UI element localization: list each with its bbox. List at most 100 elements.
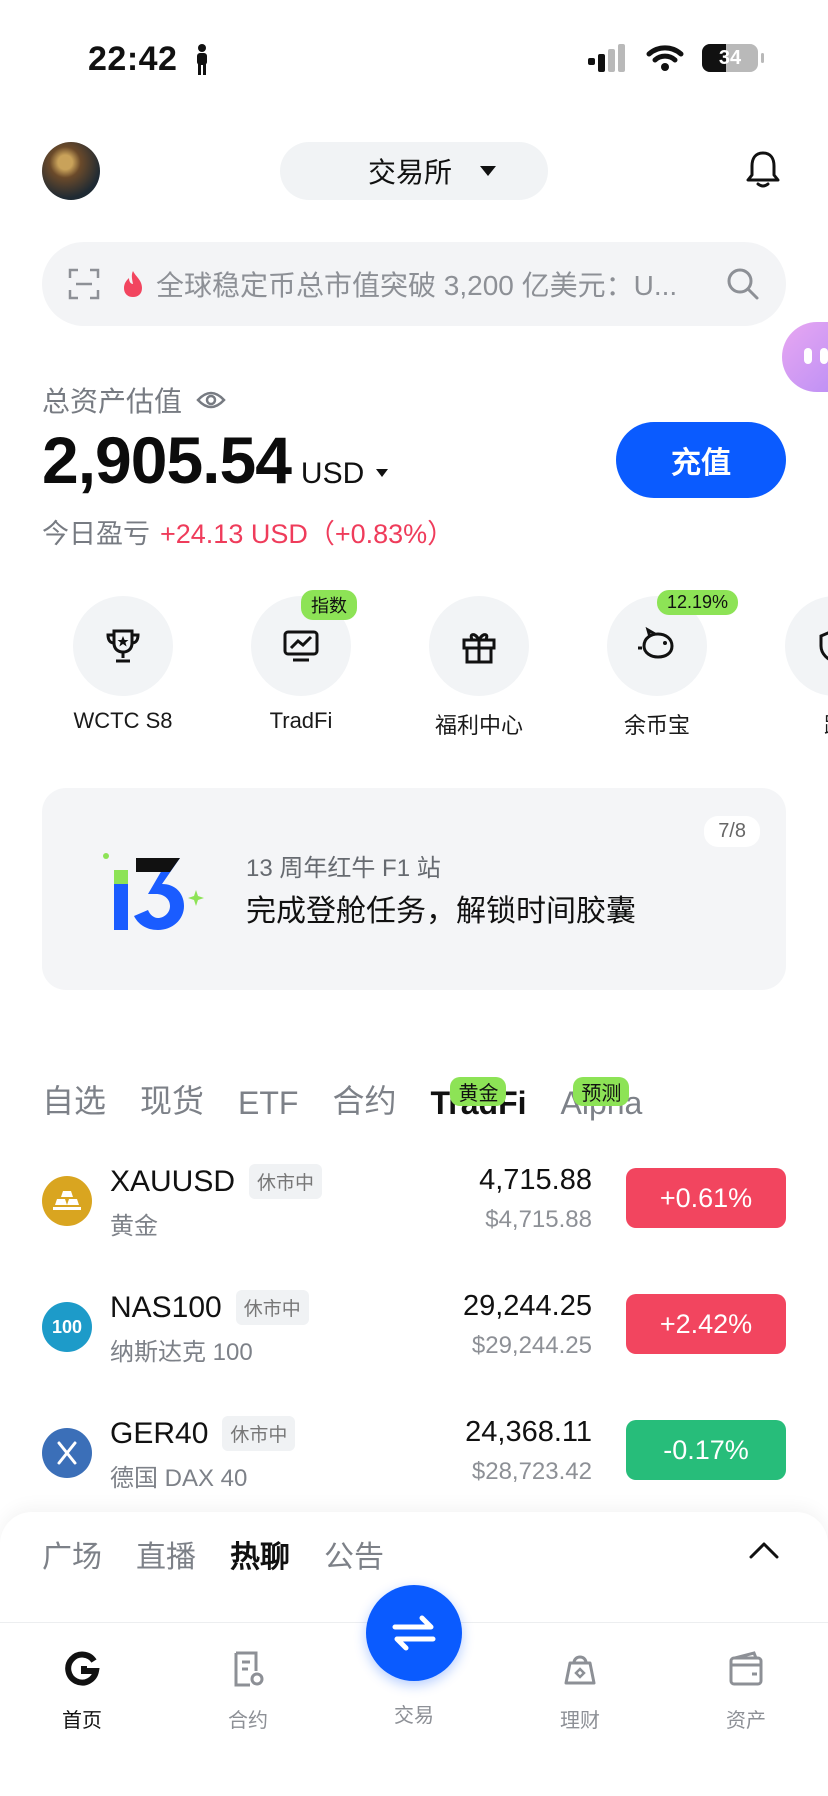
- trade-button[interactable]: [366, 1585, 462, 1681]
- trophy-icon: [106, 629, 140, 663]
- swap-icon: [392, 1615, 436, 1651]
- tab-favorites[interactable]: 自选: [42, 1076, 106, 1128]
- wallet-icon: [729, 1651, 763, 1686]
- chevron-up-icon[interactable]: [748, 1540, 780, 1560]
- nav-label: 理财: [560, 1710, 600, 1732]
- status-time: 22:42: [88, 40, 178, 78]
- currency-selector[interactable]: USD: [301, 457, 364, 491]
- market-name: 德国 DAX 40: [110, 1465, 248, 1492]
- scan-icon[interactable]: [68, 268, 100, 300]
- tab-tradfi[interactable]: TradFi 黄金: [430, 1077, 527, 1128]
- nav-assets[interactable]: 资产: [686, 1649, 806, 1733]
- anniversary-logo-icon: [103, 853, 204, 930]
- market-status-tag: 休市中: [249, 1164, 323, 1199]
- shield-icon: [819, 631, 828, 661]
- chevron-down-icon[interactable]: [376, 469, 389, 477]
- gold-bars-icon: [42, 1176, 92, 1226]
- total-assets-label-row: 总资产估值: [42, 380, 226, 420]
- tab-square[interactable]: 广场: [42, 1532, 102, 1576]
- contract-icon: [234, 1651, 264, 1687]
- home-icon: [65, 1651, 100, 1686]
- daily-pnl[interactable]: 今日盈亏 +24.13 USD（+0.83%）: [42, 512, 454, 551]
- battery-icon: 34: [702, 44, 764, 72]
- quick-action-rewards[interactable]: 福利中心: [394, 596, 564, 740]
- total-assets-label: 总资产估值: [42, 386, 183, 417]
- daily-pnl-value: +24.13 USD（+0.83%）: [160, 519, 455, 549]
- promo-banner[interactable]: 7/8 13 周年红牛 F1 站 完成登舱任务，解锁时间胶囊: [42, 788, 786, 990]
- tab-announcements[interactable]: 公告: [324, 1532, 384, 1576]
- news-ticker-text: 全球稳定币总市值突破 3,200 亿美元：U...: [156, 270, 678, 301]
- assistant-bubble-icon[interactable]: [782, 322, 828, 392]
- dax-icon: [42, 1428, 92, 1478]
- nasdaq-icon: 100: [42, 1302, 92, 1352]
- market-status-tag: 休市中: [222, 1416, 296, 1451]
- total-assets-value-row: 2,905.54 USD: [42, 422, 389, 498]
- bell-icon[interactable]: [746, 150, 780, 188]
- daily-pnl-label: 今日盈亏: [42, 519, 150, 549]
- market-price: 4,715.88: [479, 1164, 592, 1196]
- market-price: 29,244.25: [462, 1290, 592, 1322]
- quick-action-tradfi[interactable]: 指数 TradFi: [216, 590, 386, 734]
- market-symbol: GER40: [110, 1416, 209, 1450]
- market-row-xauusd[interactable]: XAUUSD 休市中 黄金 4,715.88 $4,715.88 +0.61%: [0, 1158, 828, 1284]
- quick-action-label: 跟: [750, 708, 828, 740]
- nav-earn[interactable]: 理财: [520, 1649, 640, 1733]
- bottom-nav: 首页 合约 交易 理财 资产: [0, 1585, 828, 1796]
- deposit-button[interactable]: 充值: [616, 422, 786, 498]
- feed-tabs: 广场 直播 热聊 公告: [42, 1532, 384, 1576]
- header: 交易所: [0, 140, 828, 202]
- banner-title: 完成登舱任务，解锁时间胶囊: [246, 895, 636, 928]
- gift-icon: [462, 633, 496, 664]
- quick-actions: WCTC S8 指数 TradFi 福利中心 12.19% 余币宝: [0, 590, 828, 738]
- market-status-tag: 休市中: [235, 1290, 309, 1325]
- tab-alpha[interactable]: Alpha 预测: [561, 1077, 642, 1128]
- market-name: 纳斯达克 100: [110, 1339, 253, 1366]
- battery-level: 34: [718, 46, 742, 69]
- nav-label: 合约: [228, 1710, 268, 1732]
- tab-spot[interactable]: 现货: [140, 1076, 204, 1128]
- quick-action-wctc[interactable]: WCTC S8: [38, 596, 208, 734]
- market-row-nas100[interactable]: 100 NAS100 休市中 纳斯达克 100 29,244.25 $29,24…: [0, 1284, 828, 1410]
- market-change[interactable]: +2.42%: [626, 1294, 786, 1354]
- avatar[interactable]: [42, 142, 100, 200]
- quick-action-label: 福利中心: [434, 713, 523, 738]
- quick-action-label: 余币宝: [623, 713, 690, 738]
- market-symbol: XAUUSD: [110, 1164, 236, 1198]
- nav-futures[interactable]: 合约: [188, 1649, 308, 1733]
- quick-action-copy[interactable]: 跟: [750, 596, 828, 740]
- person-icon: [197, 44, 207, 75]
- exchange-label: 交易所: [367, 157, 452, 188]
- nav-trade-label[interactable]: 交易: [354, 1699, 474, 1728]
- market-list: XAUUSD 休市中 黄金 4,715.88 $4,715.88 +0.61% …: [0, 1158, 828, 1536]
- exchange-switcher[interactable]: 交易所: [280, 142, 548, 200]
- nav-label: 资产: [726, 1710, 766, 1732]
- tab-futures[interactable]: 合约: [332, 1076, 396, 1128]
- tab-hot-chat[interactable]: 热聊: [230, 1532, 290, 1576]
- fire-icon: [124, 271, 142, 297]
- search-icon[interactable]: [726, 267, 760, 301]
- tab-etf[interactable]: ETF: [238, 1085, 298, 1128]
- search-bar[interactable]: 全球稳定币总市值突破 3,200 亿美元：U...: [42, 242, 786, 326]
- eye-icon[interactable]: [196, 390, 226, 410]
- chevron-down-icon: [480, 166, 496, 176]
- market-change[interactable]: +0.61%: [626, 1168, 786, 1228]
- signal-icon: [588, 44, 625, 72]
- piggy-bank-icon: [638, 626, 674, 659]
- wifi-icon: [646, 45, 684, 71]
- banner-subtitle: 13 周年红牛 F1 站: [246, 855, 441, 882]
- market-price: 24,368.11: [465, 1416, 592, 1448]
- status-icons: 34: [588, 44, 764, 72]
- quick-action-badge: 指数: [301, 590, 357, 620]
- tab-live[interactable]: 直播: [136, 1532, 196, 1576]
- nav-home[interactable]: 首页: [22, 1649, 142, 1733]
- market-symbol: NAS100: [110, 1290, 222, 1324]
- market-change[interactable]: -0.17%: [626, 1420, 786, 1480]
- nav-label: 首页: [62, 1710, 102, 1732]
- market-usd-price: $28,723.42: [471, 1458, 592, 1485]
- market-tabs: 自选 现货 ETF 合约 TradFi 黄金 Alpha 预测: [42, 1052, 642, 1128]
- banner-pager: 7/8: [704, 816, 760, 847]
- tab-badge: 预测: [573, 1077, 630, 1106]
- quick-action-savings[interactable]: 12.19% 余币宝: [572, 590, 742, 740]
- earn-icon: [564, 1655, 596, 1685]
- quick-action-label: WCTC S8: [73, 708, 173, 733]
